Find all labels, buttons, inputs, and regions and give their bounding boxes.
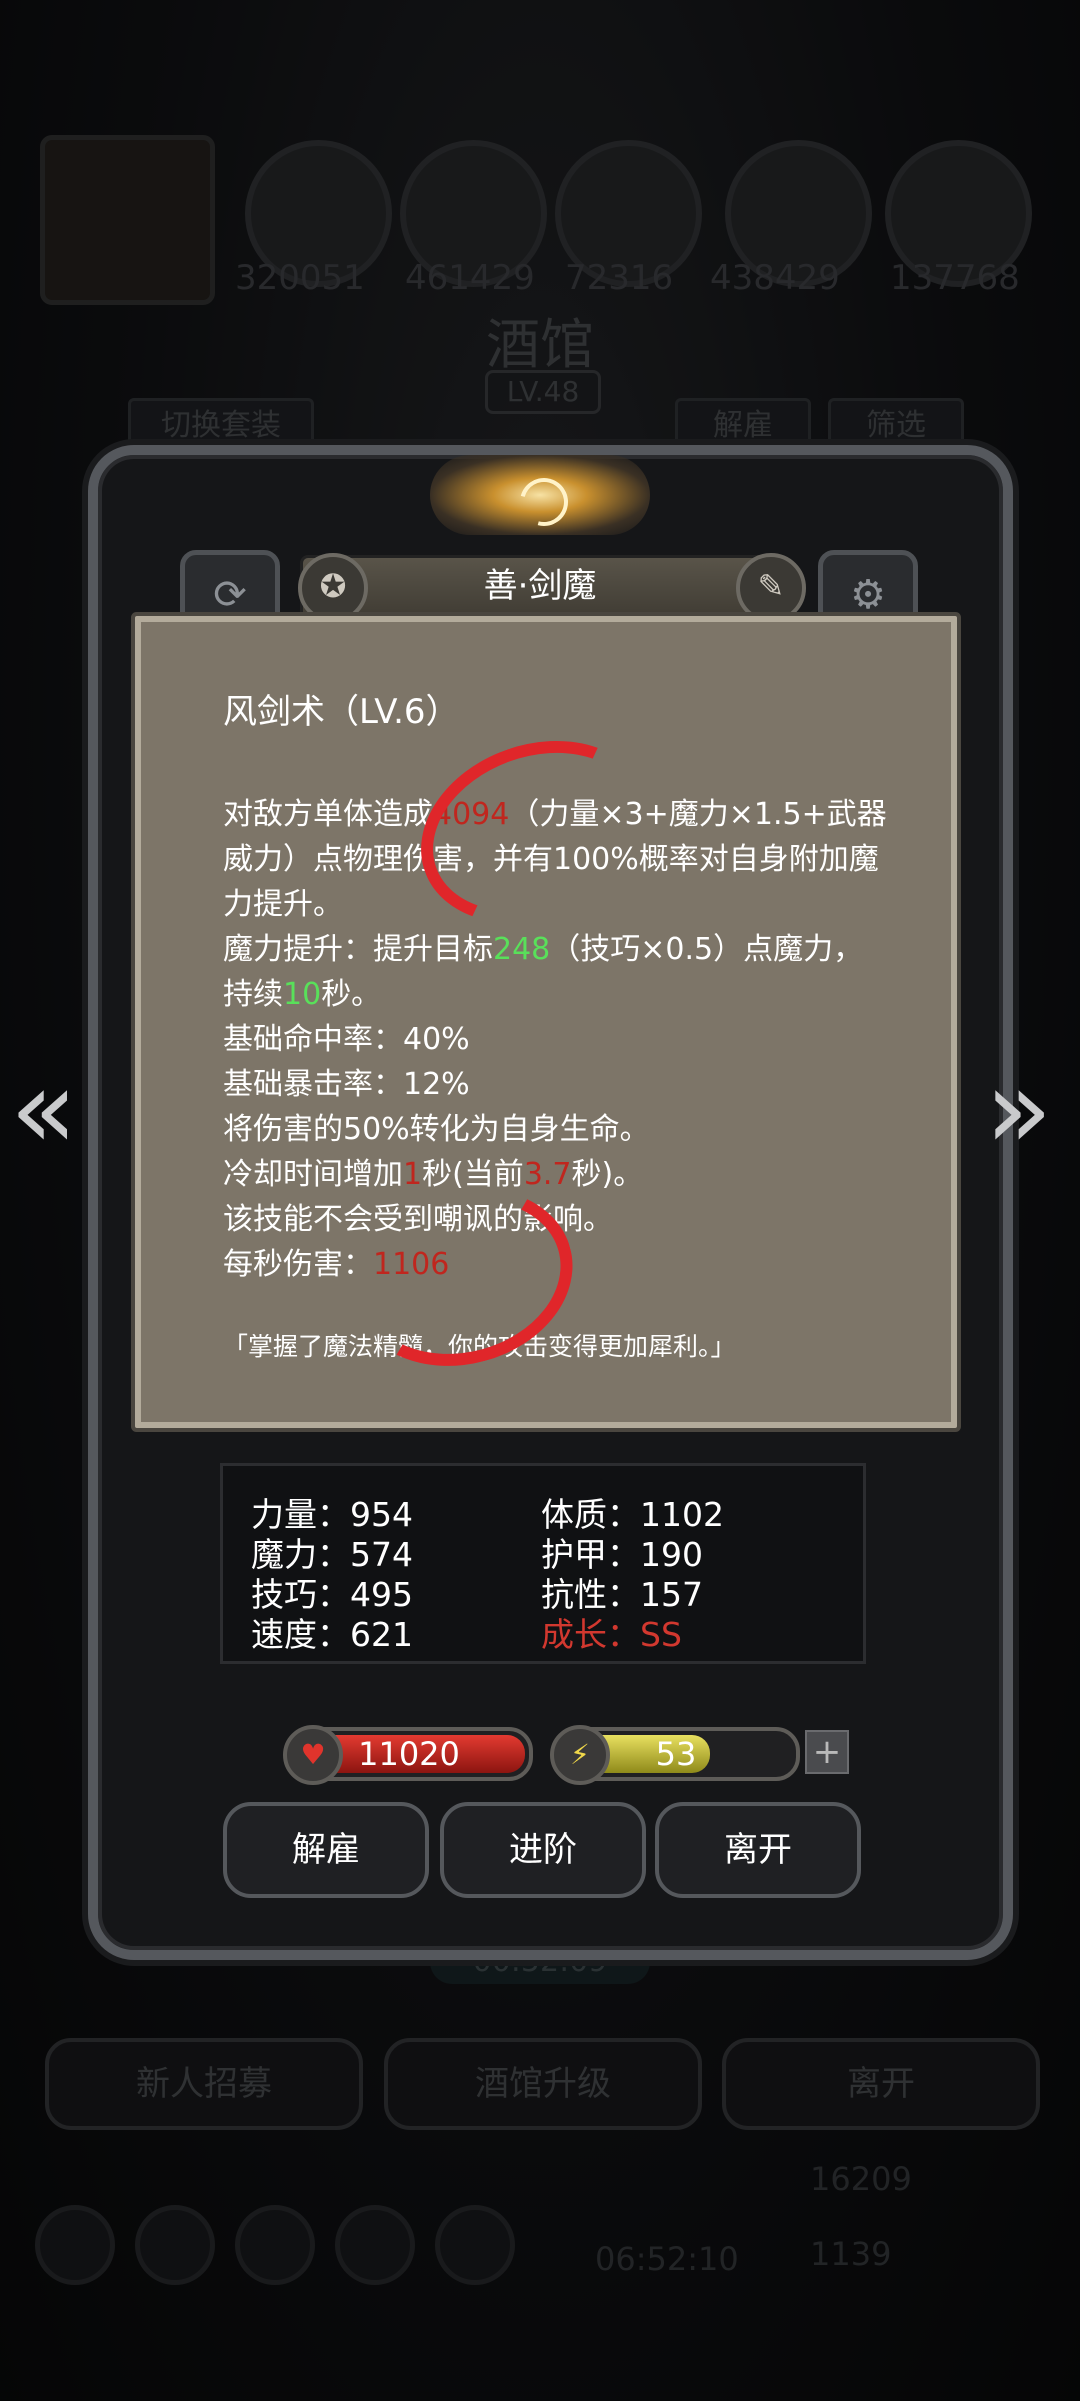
- desc-text: 冷却时间增加: [223, 1157, 403, 1192]
- cooldown-current: 3.7: [523, 1157, 572, 1192]
- energy-bar: ⚡ 53: [550, 1725, 800, 1785]
- desc-text: 魔力提升：提升目标: [223, 932, 493, 967]
- stat-speed: 速度：621: [251, 1615, 413, 1654]
- skill-title: 风剑术（LV.6）: [223, 692, 460, 732]
- lifesteal-text: 将伤害的50%转化为自身生命。: [223, 1112, 650, 1147]
- hp-bar: ♥ 11020: [283, 1725, 533, 1785]
- desc-text: 秒。: [321, 977, 382, 1012]
- desc-text: 秒(当前: [422, 1157, 524, 1192]
- energy-value: 53: [655, 1735, 697, 1773]
- dps-label: 每秒伤害：: [223, 1247, 373, 1282]
- buff-value: 248: [493, 932, 551, 967]
- skill-quote: 「掌握了魔法精髓，你的攻击变得更加犀利。」: [223, 1332, 736, 1361]
- leave-button[interactable]: 离开: [655, 1802, 861, 1898]
- dismiss-button[interactable]: 解雇: [223, 1802, 429, 1898]
- next-hero-arrow-icon[interactable]: »: [985, 1045, 1052, 1173]
- duration-value: 10: [283, 977, 322, 1012]
- crit-rate: 基础暴击率：12%: [223, 1067, 470, 1102]
- hit-rate: 基础命中率：40%: [223, 1022, 470, 1057]
- desc-text: 秒)。: [571, 1157, 644, 1192]
- hp-value: 11020: [358, 1735, 460, 1773]
- hero-stats-panel: 力量：954 魔力：574 技巧：495 速度：621 体质：1102 护甲：1…: [220, 1463, 866, 1664]
- add-energy-button[interactable]: +: [805, 1730, 849, 1774]
- cooldown-add: 1: [403, 1157, 423, 1192]
- stat-growth: 成长：SS: [541, 1615, 682, 1654]
- desc-text: 对敌方单体造成: [223, 797, 433, 832]
- prev-hero-arrow-icon[interactable]: «: [10, 1045, 77, 1173]
- hero-name: 善·剑魔: [483, 566, 597, 606]
- advance-button[interactable]: 进阶: [440, 1802, 646, 1898]
